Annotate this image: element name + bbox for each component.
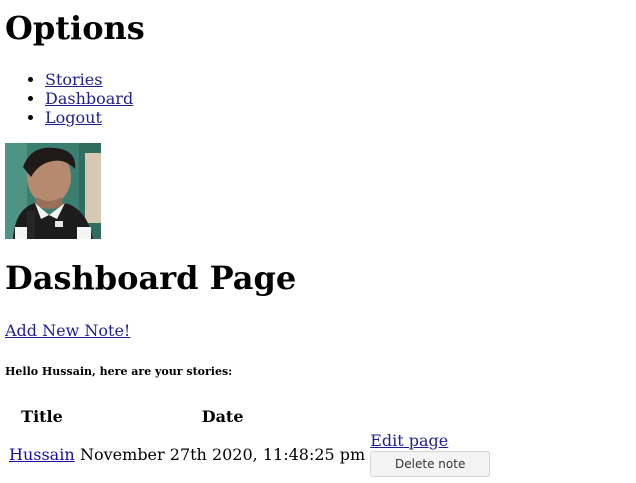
story-date-cell: November 27th 2020, 11:48:25 pm xyxy=(80,444,366,464)
dashboard-heading: Dashboard Page xyxy=(5,259,297,297)
story-actions-cell: Edit page Delete note xyxy=(369,430,491,478)
stories-link[interactable]: Stories xyxy=(45,70,102,89)
table-header-row: Title Date xyxy=(8,405,491,428)
edit-page-link[interactable]: Edit page xyxy=(370,431,490,451)
story-title-link[interactable]: Hussain xyxy=(9,445,75,464)
nav-item-stories: Stories xyxy=(45,70,133,89)
user-avatar-icon xyxy=(5,143,101,239)
column-header-title: Title xyxy=(21,407,63,426)
nav-list: Stories Dashboard Logout xyxy=(0,70,133,127)
add-new-note-link[interactable]: Add New Note! xyxy=(5,321,130,340)
nav-item-dashboard: Dashboard xyxy=(45,89,133,108)
avatar xyxy=(5,143,101,239)
delete-note-button[interactable]: Delete note xyxy=(370,451,491,477)
logout-link[interactable]: Logout xyxy=(45,108,102,127)
column-header-actions xyxy=(369,405,491,428)
stories-table: Title Date Hussain November 27th 2020, 1… xyxy=(5,403,494,480)
story-title-cell: Hussain xyxy=(8,430,76,478)
options-heading: Options xyxy=(5,9,145,47)
greeting-text: Hello Hussain, here are your stories: xyxy=(5,365,233,378)
dashboard-link[interactable]: Dashboard xyxy=(45,89,133,108)
table-row: Hussain November 27th 2020, 11:48:25 pm … xyxy=(8,430,491,478)
column-header-date: Date xyxy=(201,407,244,426)
page: Options Stories Dashboard Logout xyxy=(0,0,636,483)
nav-item-logout: Logout xyxy=(45,108,133,127)
